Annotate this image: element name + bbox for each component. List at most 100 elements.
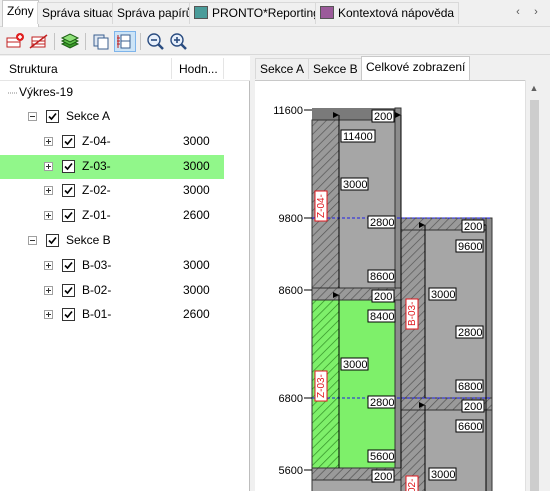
dim-label: 8600	[370, 271, 394, 283]
tree-row-label: B-02-	[82, 282, 112, 297]
tree-row[interactable]: Z-01- 2600	[0, 204, 224, 228]
drawing-panel: Sekce A Sekce B Celkové zobrazení 11600 …	[251, 56, 550, 491]
tree-row[interactable]: Z-02- 3000	[0, 179, 224, 203]
tab-zony[interactable]: Zóny	[2, 0, 39, 27]
tab-kontextova-napoveda[interactable]: Kontextová nápověda	[315, 2, 460, 24]
expand-icon[interactable]	[44, 211, 53, 221]
tree-row-label: B-03-	[82, 257, 112, 272]
ruler-toggle-button[interactable]	[114, 31, 136, 52]
zone-z03[interactable]	[338, 299, 396, 469]
vertical-scrollbar[interactable]: ▲	[525, 80, 542, 491]
add-zone-button[interactable]	[4, 31, 26, 52]
zone-tag-z04: Z-04-	[316, 194, 327, 218]
tree-row[interactable]: Z-04- 3000	[0, 130, 224, 154]
row-checkbox[interactable]	[62, 159, 75, 173]
toolbar-separator	[54, 33, 55, 50]
dim-label: 200	[374, 291, 392, 303]
tree-row-label: Sekce B	[66, 233, 111, 247]
row-checkbox[interactable]	[62, 134, 75, 148]
tab-label: Zóny	[7, 4, 34, 18]
tree-row-value: 3000	[183, 282, 210, 297]
tree-row-label: Sekce A	[66, 109, 111, 123]
edge-b-right	[485, 217, 493, 491]
tab-sprava-situaci[interactable]: Správa situací	[37, 2, 124, 24]
expand-icon[interactable]	[44, 161, 53, 171]
add-zone-icon	[6, 33, 24, 48]
row-checkbox[interactable]	[62, 209, 75, 223]
tree-row-value: 3000	[183, 158, 210, 173]
zoom-out-button[interactable]	[145, 31, 167, 52]
copy-icon	[93, 34, 109, 50]
column-header-value[interactable]: Hodn...	[170, 56, 218, 81]
column-header-structure[interactable]: Struktura	[0, 56, 58, 81]
row-checkbox[interactable]	[46, 234, 59, 247]
toolbar-separator	[85, 33, 86, 50]
layers-icon	[60, 33, 80, 49]
tree-row-value: 2600	[183, 208, 210, 223]
collapse-icon[interactable]	[28, 236, 37, 245]
zone-b03[interactable]	[424, 229, 487, 399]
dim-label: 3000	[431, 289, 455, 301]
tree-root-row[interactable]: Výkres-19	[0, 81, 224, 105]
dim-label: 11400	[343, 131, 373, 143]
copy-button[interactable]	[90, 31, 112, 52]
tab-sprava-papiru[interactable]: Správa papírů	[112, 2, 198, 24]
dim-label: 2800	[458, 327, 482, 339]
tab-pronto-reporting[interactable]: PRONTO*Reporting	[189, 2, 325, 24]
dim-label: 9600	[458, 241, 482, 253]
zone-z04[interactable]	[338, 119, 402, 289]
tab-sekce-a[interactable]: Sekce A	[255, 58, 310, 79]
elevation-drawing[interactable]: 11600 9800 8600 6800 5600 200 11400 3000…	[255, 81, 525, 491]
tab-sekce-b[interactable]: Sekce B	[308, 58, 363, 79]
tree-row[interactable]: Z-03- 3000	[0, 154, 224, 179]
dim-label: 5600	[370, 451, 394, 463]
expand-icon[interactable]	[44, 186, 53, 196]
tree-row-label: Z-03-	[82, 158, 111, 173]
collapse-icon[interactable]	[8, 89, 18, 97]
tree-row[interactable]: Sekce A	[0, 105, 224, 129]
expand-icon[interactable]	[44, 136, 53, 146]
row-checkbox[interactable]	[62, 308, 75, 322]
row-checkbox[interactable]	[62, 258, 75, 272]
dim-label: 6800	[458, 381, 482, 393]
dim-label: 200	[374, 471, 392, 483]
dim-label: 2800	[370, 397, 394, 409]
dim-label: 2800	[370, 217, 394, 229]
collapse-icon[interactable]	[28, 112, 37, 121]
tab-label: Kontextová nápověda	[338, 6, 455, 20]
ruler-icon	[117, 34, 131, 49]
expand-icon[interactable]	[44, 310, 53, 320]
tab-scroll-right[interactable]: ›	[528, 5, 544, 21]
row-checkbox[interactable]	[62, 283, 75, 297]
dim-label: 8400	[370, 311, 394, 323]
tree-row[interactable]: Sekce B	[0, 229, 224, 253]
tree-row[interactable]: B-01- 2600	[0, 303, 224, 327]
remove-zone-icon	[29, 34, 48, 49]
scroll-up-icon[interactable]: ▲	[526, 80, 542, 97]
dim-label: 3000	[343, 359, 367, 371]
tree-row[interactable]: B-02- 3000	[0, 279, 224, 303]
row-checkbox[interactable]	[46, 110, 59, 123]
tree-row[interactable]: B-03- 3000	[0, 254, 224, 278]
zoom-in-button[interactable]	[168, 31, 190, 52]
row-checkbox[interactable]	[62, 184, 75, 198]
tree-row-label: B-01-	[82, 307, 112, 322]
elevation-canvas[interactable]: 11600 9800 8600 6800 5600 200 11400 3000…	[255, 80, 525, 491]
scrollbar-thumb[interactable]	[530, 100, 539, 491]
tab-celkove-zobrazeni[interactable]: Celkové zobrazení	[361, 56, 471, 80]
level-label: 6800	[279, 393, 303, 405]
dim-label: 200	[464, 221, 482, 233]
layers-button[interactable]	[59, 31, 81, 52]
pronto-icon	[194, 6, 208, 19]
tab-scroll-left[interactable]: ‹	[510, 5, 526, 21]
dim-label: 200	[464, 401, 482, 413]
dim-label: 6600	[458, 421, 482, 433]
zoom-in-icon	[170, 33, 187, 50]
remove-zone-button[interactable]	[28, 31, 50, 52]
tab-label: Správa papírů	[117, 6, 193, 20]
expand-icon[interactable]	[44, 260, 53, 270]
column-divider[interactable]	[223, 58, 224, 79]
expand-icon[interactable]	[44, 285, 53, 295]
level-label: 9800	[279, 213, 303, 225]
tree-row-label: Z-02-	[82, 183, 111, 198]
